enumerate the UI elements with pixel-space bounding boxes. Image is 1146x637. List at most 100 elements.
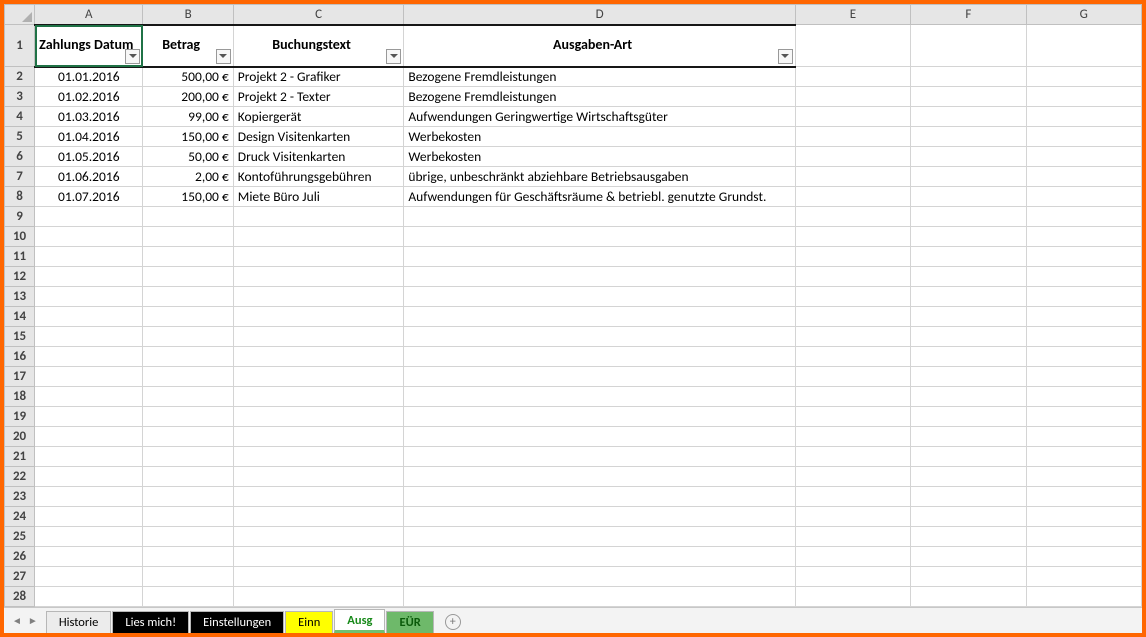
cell[interactable] xyxy=(911,367,1026,387)
tab-nav-next-icon[interactable]: ► xyxy=(28,614,38,627)
sheet-tab-lies-mich-[interactable]: Lies mich! xyxy=(112,611,189,633)
cell[interactable] xyxy=(795,247,910,267)
row-header[interactable]: 2 xyxy=(5,67,35,87)
cell[interactable] xyxy=(795,87,910,107)
cell[interactable] xyxy=(143,207,233,227)
cell[interactable] xyxy=(911,127,1026,147)
cell[interactable] xyxy=(143,227,233,247)
cell[interactable] xyxy=(404,507,795,527)
cell[interactable] xyxy=(911,487,1026,507)
row-header[interactable]: 6 xyxy=(5,147,35,167)
row-header[interactable]: 28 xyxy=(5,587,35,607)
cell-category[interactable]: Bezogene Fremdleistungen xyxy=(404,87,795,107)
cell-amount[interactable]: 2,00 € xyxy=(143,167,233,187)
cell-date[interactable]: 01.05.2016 xyxy=(35,147,143,167)
cell[interactable] xyxy=(911,247,1026,267)
cell[interactable] xyxy=(1026,267,1141,287)
row-header[interactable]: 20 xyxy=(5,427,35,447)
cell[interactable] xyxy=(795,547,910,567)
cell[interactable] xyxy=(1026,227,1141,247)
row-header[interactable]: 3 xyxy=(5,87,35,107)
cell[interactable] xyxy=(404,447,795,467)
cell[interactable] xyxy=(233,347,404,367)
cell[interactable] xyxy=(233,387,404,407)
cell[interactable] xyxy=(1026,87,1141,107)
add-sheet-button[interactable]: + xyxy=(435,611,471,633)
cell[interactable] xyxy=(795,467,910,487)
cell[interactable] xyxy=(911,147,1026,167)
row-header[interactable]: 22 xyxy=(5,467,35,487)
filter-dropdown-icon[interactable] xyxy=(778,49,793,64)
row-header[interactable]: 19 xyxy=(5,407,35,427)
cell[interactable] xyxy=(404,587,795,607)
cell[interactable] xyxy=(404,547,795,567)
cell[interactable] xyxy=(404,567,795,587)
cell[interactable] xyxy=(1026,307,1141,327)
cell[interactable] xyxy=(911,547,1026,567)
header-cell-betrag[interactable]: Betrag xyxy=(143,25,233,67)
cell[interactable] xyxy=(233,427,404,447)
cell[interactable] xyxy=(1026,407,1141,427)
row-header[interactable]: 21 xyxy=(5,447,35,467)
cell[interactable] xyxy=(795,25,910,67)
cell[interactable] xyxy=(35,567,143,587)
cell[interactable] xyxy=(35,467,143,487)
cell[interactable] xyxy=(35,407,143,427)
cell[interactable] xyxy=(143,507,233,527)
cell[interactable] xyxy=(35,347,143,367)
cell[interactable] xyxy=(795,107,910,127)
row-header-1[interactable]: 1 xyxy=(5,25,35,67)
row-header[interactable]: 4 xyxy=(5,107,35,127)
cell-date[interactable]: 01.04.2016 xyxy=(35,127,143,147)
cell[interactable] xyxy=(1026,187,1141,207)
row-header[interactable]: 8 xyxy=(5,187,35,207)
cell[interactable] xyxy=(233,547,404,567)
cell[interactable] xyxy=(1026,367,1141,387)
cell[interactable] xyxy=(35,527,143,547)
cell-text[interactable]: Kontoführungsgebühren xyxy=(233,167,404,187)
cell[interactable] xyxy=(233,307,404,327)
cell[interactable] xyxy=(1026,347,1141,367)
cell[interactable] xyxy=(143,427,233,447)
cell[interactable] xyxy=(404,487,795,507)
cell[interactable] xyxy=(795,407,910,427)
cell[interactable] xyxy=(1026,487,1141,507)
cell[interactable] xyxy=(404,327,795,347)
cell[interactable] xyxy=(911,167,1026,187)
cell[interactable] xyxy=(795,387,910,407)
cell[interactable] xyxy=(233,587,404,607)
cell[interactable] xyxy=(911,567,1026,587)
cell[interactable] xyxy=(795,327,910,347)
cell[interactable] xyxy=(1026,67,1141,87)
row-header[interactable]: 9 xyxy=(5,207,35,227)
cell-date[interactable]: 01.01.2016 xyxy=(35,67,143,87)
cell[interactable] xyxy=(911,507,1026,527)
cell[interactable] xyxy=(911,387,1026,407)
cell[interactable] xyxy=(35,487,143,507)
cell[interactable] xyxy=(35,427,143,447)
cell[interactable] xyxy=(795,127,910,147)
cell[interactable] xyxy=(911,287,1026,307)
cell[interactable] xyxy=(911,107,1026,127)
cell[interactable] xyxy=(795,287,910,307)
sheet-tab-e-r[interactable]: EÜR xyxy=(386,611,433,633)
cell-text[interactable]: Design Visitenkarten xyxy=(233,127,404,147)
cell[interactable] xyxy=(404,267,795,287)
cell[interactable] xyxy=(143,327,233,347)
cell[interactable] xyxy=(143,447,233,467)
cell[interactable] xyxy=(1026,287,1141,307)
cell-category[interactable]: Werbekosten xyxy=(404,147,795,167)
cell[interactable] xyxy=(404,367,795,387)
cell[interactable] xyxy=(795,267,910,287)
sheet-tab-ausg[interactable]: Ausg xyxy=(334,609,385,633)
cell[interactable] xyxy=(1026,387,1141,407)
cell[interactable] xyxy=(911,227,1026,247)
row-header[interactable]: 12 xyxy=(5,267,35,287)
cell[interactable] xyxy=(911,87,1026,107)
col-header-E[interactable]: E xyxy=(795,5,910,25)
cell-category[interactable]: Bezogene Fremdleistungen xyxy=(404,67,795,87)
cell[interactable] xyxy=(795,207,910,227)
row-header[interactable]: 26 xyxy=(5,547,35,567)
spreadsheet-grid[interactable]: A B C D E F G 1 Zahlungs Datum Betrag Bu… xyxy=(4,4,1142,607)
cell-text[interactable]: Projekt 2 - Grafiker xyxy=(233,67,404,87)
